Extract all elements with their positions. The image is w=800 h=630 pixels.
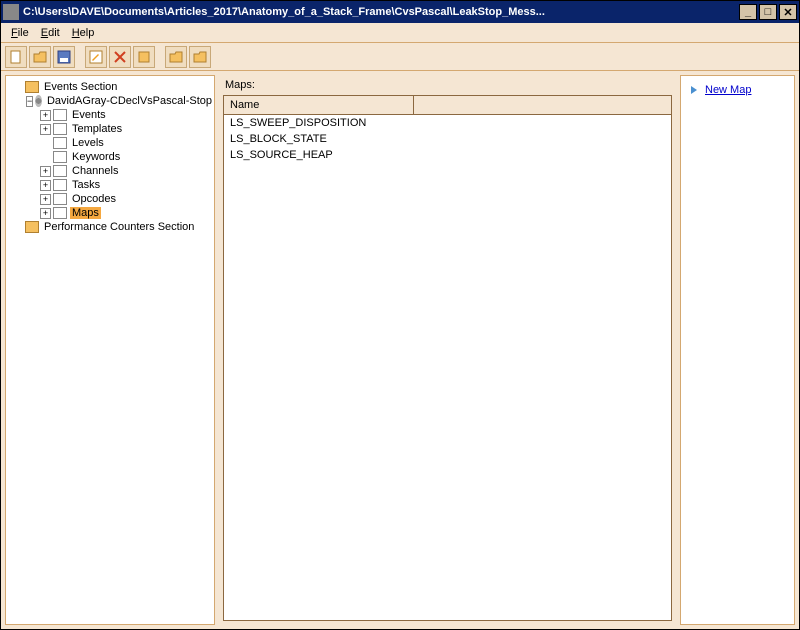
app-icon — [3, 4, 19, 20]
new-map-link[interactable]: New Map — [689, 84, 786, 96]
close-button[interactable]: ✕ — [779, 4, 797, 20]
doc-icon — [53, 165, 67, 177]
list-item[interactable]: LS_BLOCK_STATE — [224, 131, 671, 147]
tree-panel: Events Section −DavidAGray-CDeclVsPascal… — [5, 75, 215, 625]
folder-icon — [25, 81, 39, 93]
expand-icon[interactable]: + — [40, 110, 51, 121]
toolbar — [1, 43, 799, 71]
list-item[interactable]: LS_SWEEP_DISPOSITION — [224, 115, 671, 131]
tree-levels[interactable]: Levels — [6, 136, 214, 150]
new-map-label: New Map — [705, 84, 751, 96]
content-area: Events Section −DavidAGray-CDeclVsPascal… — [1, 71, 799, 629]
main-panel: Maps: Name LS_SWEEP_DISPOSITION LS_BLOCK… — [215, 71, 680, 629]
col-blank[interactable] — [414, 96, 671, 114]
list-header: Name — [224, 96, 671, 115]
minimize-button[interactable]: _ — [739, 4, 757, 20]
maximize-button[interactable]: □ — [759, 4, 777, 20]
maps-list: Name LS_SWEEP_DISPOSITION LS_BLOCK_STATE… — [223, 95, 672, 621]
collapse-icon[interactable]: − — [26, 96, 33, 107]
tree-events[interactable]: +Events — [6, 108, 214, 122]
list-body: LS_SWEEP_DISPOSITION LS_BLOCK_STATE LS_S… — [224, 115, 671, 620]
tree-perf-section[interactable]: Performance Counters Section — [6, 220, 214, 234]
tree-events-section[interactable]: Events Section — [6, 80, 214, 94]
tb-save[interactable] — [53, 46, 75, 68]
doc-icon — [53, 193, 67, 205]
window-buttons: _ □ ✕ — [739, 4, 797, 20]
doc-icon — [53, 151, 67, 163]
expand-icon[interactable]: + — [40, 208, 51, 219]
tb-edit[interactable] — [85, 46, 107, 68]
tree-maps[interactable]: +Maps — [6, 206, 214, 220]
tb-open[interactable] — [29, 46, 51, 68]
doc-icon — [53, 207, 67, 219]
tb-new[interactable] — [5, 46, 27, 68]
titlebar: C:\Users\DAVE\Documents\Articles_2017\An… — [1, 1, 799, 23]
action-panel: New Map — [680, 75, 795, 625]
main-label: Maps: — [223, 79, 672, 91]
col-name[interactable]: Name — [224, 96, 414, 114]
tree-keywords[interactable]: Keywords — [6, 150, 214, 164]
expand-icon[interactable]: + — [40, 180, 51, 191]
expand-icon[interactable]: + — [40, 194, 51, 205]
tb-delete[interactable] — [109, 46, 131, 68]
doc-icon — [53, 123, 67, 135]
menu-edit[interactable]: Edit — [35, 25, 66, 41]
tb-folder1[interactable] — [165, 46, 187, 68]
list-item[interactable]: LS_SOURCE_HEAP — [224, 147, 671, 163]
window-title: C:\Users\DAVE\Documents\Articles_2017\An… — [23, 6, 739, 18]
menu-help[interactable]: Help — [66, 25, 101, 41]
arrow-icon — [689, 84, 701, 96]
tree-tasks[interactable]: +Tasks — [6, 178, 214, 192]
expand-icon[interactable]: + — [40, 124, 51, 135]
doc-icon — [53, 179, 67, 191]
tree-opcodes[interactable]: +Opcodes — [6, 192, 214, 206]
tree-templates[interactable]: +Templates — [6, 122, 214, 136]
folder-icon — [25, 221, 39, 233]
tb-folder2[interactable] — [189, 46, 211, 68]
tree-provider[interactable]: −DavidAGray-CDeclVsPascal-Stop — [6, 94, 214, 108]
doc-icon — [53, 109, 67, 121]
tree-channels[interactable]: +Channels — [6, 164, 214, 178]
gear-icon — [35, 95, 42, 107]
menu-file[interactable]: File — [5, 25, 35, 41]
menubar: File Edit Help — [1, 23, 799, 43]
tb-props[interactable] — [133, 46, 155, 68]
expand-icon[interactable]: + — [40, 166, 51, 177]
doc-icon — [53, 137, 67, 149]
